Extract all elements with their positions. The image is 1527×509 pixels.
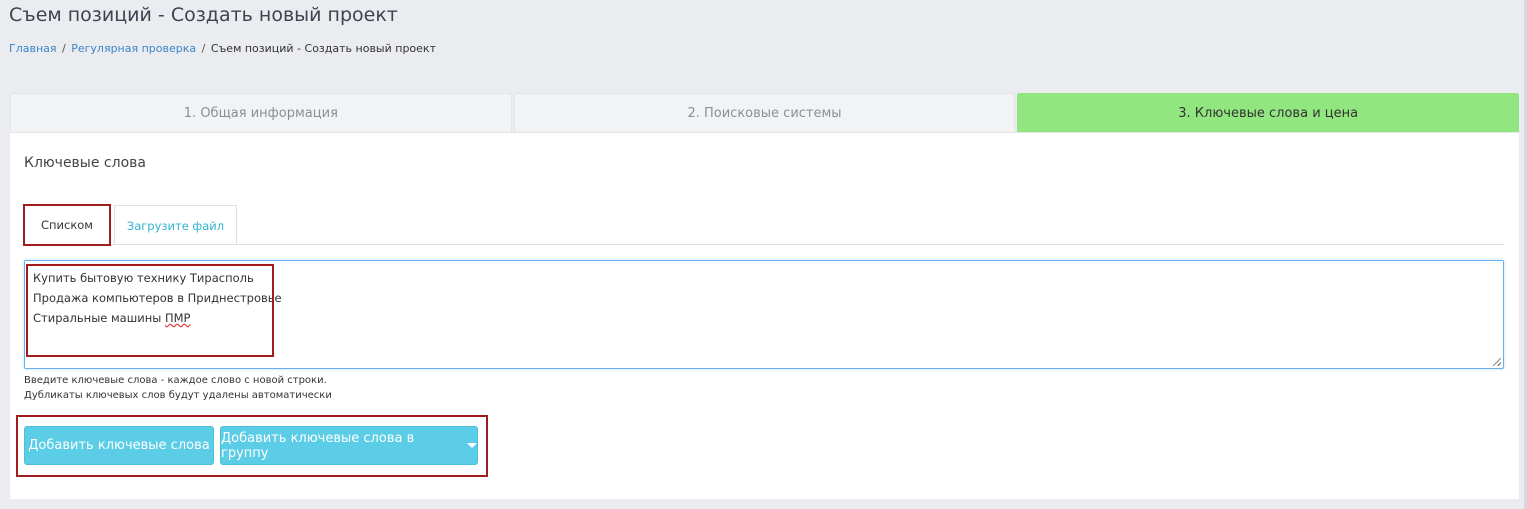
breadcrumb: Главная / Регулярная проверка / Съем поз… [9, 42, 436, 55]
step-general-info[interactable]: 1. Общая информация [10, 93, 512, 132]
hint-line: Дубликаты ключевых слов будут удалены ав… [24, 390, 332, 401]
breadcrumb-home-link[interactable]: Главная [9, 42, 57, 55]
add-keywords-label: Добавить ключевые слова [28, 438, 210, 453]
tab-list[interactable]: Списком [23, 204, 111, 246]
page-title: Съем позиций - Создать новый проект [9, 4, 398, 26]
misspelled-word: ПМР [164, 311, 191, 325]
caret-down-icon [467, 443, 477, 448]
keywords-hint: Введите ключевые слова - каждое слово с … [24, 373, 332, 403]
hint-line: Введите ключевые слова - каждое слово с … [24, 375, 327, 386]
resize-handle-icon[interactable] [1493, 358, 1501, 366]
wizard-steps: 1. Общая информация 2. Поисковые системы… [10, 93, 1520, 132]
keyword-line: Стиральные машины [33, 311, 165, 325]
add-keywords-to-group-button[interactable]: Добавить ключевые слова в группу [220, 426, 478, 465]
keyword-input-tabs: Списком Загрузите файл [23, 204, 1504, 246]
step-keywords-price[interactable]: 3. Ключевые слова и цена [1017, 93, 1520, 132]
step-search-engines[interactable]: 2. Поисковые системы [513, 93, 1016, 132]
add-keywords-button[interactable]: Добавить ключевые слова [24, 426, 214, 465]
add-keywords-to-group-label: Добавить ключевые слова в группу [221, 430, 415, 461]
breadcrumb-separator: / [201, 42, 206, 55]
breadcrumb-separator: / [62, 42, 66, 55]
keyword-line: Купить бытовую технику Тирасполь [33, 271, 254, 285]
tab-upload-file[interactable]: Загрузите файл [114, 205, 237, 245]
keyword-line: Продажа компьютеров в Приднестровье [33, 291, 282, 305]
section-title: Ключевые слова [24, 155, 146, 171]
keywords-textarea[interactable]: Купить бытовую технику Тирасполь Продажа… [24, 260, 1504, 369]
breadcrumb-current: Съем позиций - Создать новый проект [210, 42, 436, 55]
breadcrumb-regular-check-link[interactable]: Регулярная проверка [71, 42, 196, 55]
keywords-panel: Ключевые слова Списком Загрузите файл Ку… [10, 132, 1519, 499]
